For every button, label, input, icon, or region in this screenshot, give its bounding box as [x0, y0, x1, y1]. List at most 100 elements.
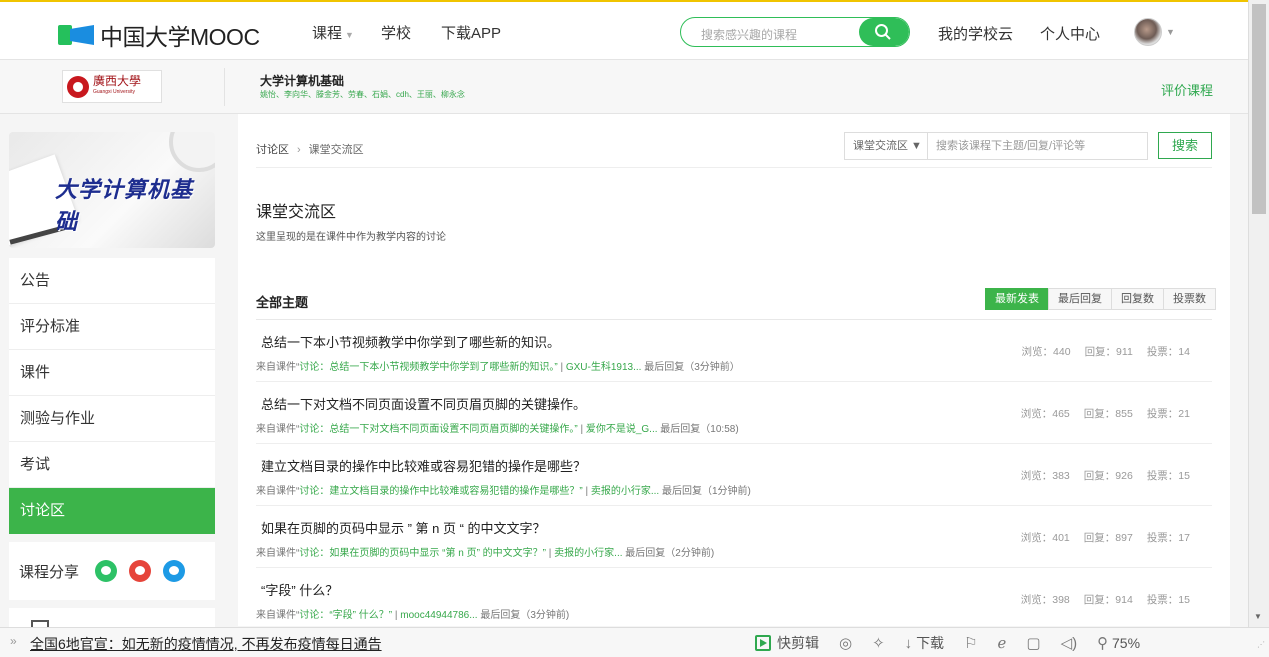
courseware-link[interactable]: 讨论：如果在页脚的页码中显示 “第 n 页” 的中文文字？”: [299, 548, 546, 559]
speed-icon[interactable]: ◎: [839, 634, 852, 652]
tab-vote-count[interactable]: 投票数: [1163, 288, 1216, 310]
breadcrumb: 讨论区 › 课堂交流区: [256, 141, 364, 157]
search-icon: [875, 24, 891, 40]
thread-stats: 浏览：465 回复：855 投票：21: [1020, 408, 1190, 420]
thread-source: 来自课件“讨论：总结一下本小节视频教学中你学到了哪些新的知识。” | GXU-生…: [256, 362, 740, 373]
thread-row: “字段” 什么？ 来自课件“讨论：“字段” 什么？” | mooc4494478…: [256, 568, 1212, 630]
quick-edit-button[interactable]: 快剪辑: [755, 633, 819, 653]
window-icon[interactable]: ▢: [1026, 634, 1040, 652]
sidebar-item-quizzes[interactable]: 测验与作业: [9, 396, 215, 442]
tab-reply-count[interactable]: 回复数: [1111, 288, 1164, 310]
avatar[interactable]: [1134, 18, 1162, 46]
download-button[interactable]: ↓ 下载: [905, 633, 944, 653]
tab-last-reply[interactable]: 最后回复: [1048, 288, 1112, 310]
qq-icon[interactable]: [163, 560, 186, 582]
page-scrollbar[interactable]: ▼: [1248, 0, 1269, 627]
thread-stats: 浏览：383 回复：926 投票：15: [1020, 470, 1190, 482]
speaker-icon[interactable]: ◁): [1061, 634, 1078, 652]
course-title: 大学计算机基础: [260, 74, 345, 88]
discussion-panel: 讨论区 › 课堂交流区 课堂交流区 ▼ 搜索该课程下主题/回复/评论等 搜索 课堂交…: [238, 114, 1230, 626]
wechat-icon[interactable]: [95, 560, 118, 582]
thread-title[interactable]: 总结一下本小节视频教学中你学到了哪些新的知识。: [261, 332, 560, 351]
sidebar-item-exam[interactable]: 考试: [9, 442, 215, 488]
search-button[interactable]: [859, 18, 909, 46]
sidebar-item-grading[interactable]: 评分标准: [9, 304, 215, 350]
author-link[interactable]: 卖报的小行家...: [591, 486, 659, 497]
cleanup-icon[interactable]: ✧: [872, 634, 885, 652]
school-seal-icon: [67, 75, 89, 98]
thread-source: 来自课件“讨论：总结一下对文档不同页面设置不同页眉页脚的关键操作。” | 爱你不…: [256, 424, 739, 435]
thread-source: 来自课件“讨论：建立文档目录的操作中比较难或容易犯错的操作是哪些？” | 卖报的…: [256, 486, 751, 497]
mooc-logo-icon: [58, 23, 94, 47]
scroll-down-icon[interactable]: ▼: [1254, 612, 1262, 621]
school-logo[interactable]: 廣西大學 Guangxi University: [62, 70, 162, 103]
sidebar-item-announcements[interactable]: 公告: [9, 258, 215, 304]
chevron-right-icon: ›: [297, 144, 301, 156]
scrollbar-thumb[interactable]: [1252, 4, 1266, 214]
course-header: 廣西大學 Guangxi University 大学计算机基础 姚怡、李向华、滕金…: [0, 60, 1248, 114]
course-search-box[interactable]: 搜索感兴趣的课程: [680, 17, 910, 47]
divider: [256, 167, 1212, 168]
course-teachers[interactable]: 姚怡、李向华、滕金芳、劳春、石娟、cdh、王丽、柳永念: [260, 89, 465, 100]
courseware-link[interactable]: 讨论：总结一下对文档不同页面设置不同页眉页脚的关键操作。”: [299, 424, 577, 435]
forum-filter-select[interactable]: 课堂交流区 ▼: [844, 132, 928, 160]
school-name-en: Guangxi University: [93, 88, 135, 95]
author-link[interactable]: 爱你不是说_G...: [586, 424, 658, 435]
video-clip-icon: [755, 635, 771, 651]
nav-courses[interactable]: 课程 ▼: [312, 22, 354, 43]
course-share: 课程分享: [9, 542, 215, 600]
chevron-down-icon: ▼: [345, 30, 354, 40]
flag-icon[interactable]: ⚐: [964, 634, 977, 652]
courseware-link[interactable]: 讨论：“字段” 什么？”: [299, 610, 392, 621]
arrow-down-icon: ↓: [904, 635, 913, 652]
thread-title[interactable]: 如果在页脚的页码中显示 ” 第 n 页 “ 的中文文字？: [261, 518, 546, 537]
thread-row: 总结一下对文档不同页面设置不同页眉页脚的关键操作。 来自课件“讨论：总结一下对文…: [256, 382, 1212, 444]
thread-stats: 浏览：401 回复：897 投票：17: [1020, 532, 1190, 544]
all-topics-heading: 全部主题: [256, 295, 309, 310]
author-link[interactable]: mooc44944786...: [400, 610, 477, 621]
thread-row: 如果在页脚的页码中显示 ” 第 n 页 “ 的中文文字？ 来自课件“讨论：如果在…: [256, 506, 1212, 568]
forum-search-button[interactable]: 搜索: [1158, 132, 1212, 159]
news-ticker-link[interactable]: 全国6地官宣：如无新的疫情情况, 不再发布疫情每日通告: [30, 634, 382, 654]
thread-row: 建立文档目录的操作中比较难或容易犯错的操作是哪些？ 来自课件“讨论：建立文档目录…: [256, 444, 1212, 506]
thread-stats: 浏览：398 回复：914 投票：15: [1020, 594, 1190, 606]
forum-search-input[interactable]: 搜索该课程下主题/回复/评论等: [928, 132, 1148, 160]
breadcrumb-root[interactable]: 讨论区: [256, 144, 289, 156]
section-description: 这里呈现的是在课件中作为教学内容的讨论: [256, 232, 446, 243]
nav-schools[interactable]: 学校: [381, 22, 411, 43]
my-school-cloud-link[interactable]: 我的学校云: [938, 23, 1013, 44]
nav-download-app[interactable]: 下载APP: [441, 22, 501, 43]
rate-course-link[interactable]: 评价课程: [1161, 80, 1213, 99]
courseware-link[interactable]: 讨论：总结一下本小节视频教学中你学到了哪些新的知识。”: [299, 362, 557, 373]
school-name: 廣西大學: [93, 73, 142, 88]
courseware-link[interactable]: 讨论：建立文档目录的操作中比较难或容易犯错的操作是哪些？”: [299, 486, 582, 497]
thread-source: 来自课件“讨论：如果在页脚的页码中显示 “第 n 页” 的中文文字？” | 卖报…: [256, 548, 715, 559]
sidebar-item-courseware[interactable]: 课件: [9, 350, 215, 396]
thread-title[interactable]: “字段” 什么？: [261, 580, 338, 599]
thread-title[interactable]: 建立文档目录的操作中比较难或容易犯错的操作是哪些？: [261, 456, 586, 475]
zoom-control[interactable]: ⚲ 75%: [1097, 634, 1140, 652]
divider: [224, 68, 225, 106]
search-input[interactable]: 搜索感兴趣的课程: [701, 26, 797, 43]
chevron-down-icon[interactable]: ▼: [1166, 27, 1175, 37]
browser-icon[interactable]: ℯ: [998, 634, 1007, 652]
thread-title[interactable]: 总结一下对文档不同页面设置不同页眉页脚的关键操作。: [261, 394, 586, 413]
mooc-logo[interactable]: 中国大学MOOC: [58, 18, 260, 52]
page-title: 课堂交流区: [256, 204, 337, 221]
author-link[interactable]: GXU-生科1913...: [566, 362, 642, 373]
sort-tabs: 最新发表 最后回复 回复数 投票数: [985, 288, 1216, 310]
browser-status-bar: » 全国6地官宣：如无新的疫情情况, 不再发布疫情每日通告 快剪辑 ◎ ✧ ↓ …: [0, 627, 1269, 657]
thread-source: 来自课件“讨论：“字段” 什么？” | mooc44944786... 最后回复…: [256, 610, 570, 621]
course-banner: 大学计算机基础: [9, 132, 215, 248]
chevron-double-down-icon[interactable]: »: [10, 634, 17, 648]
course-menu: 公告 评分标准 课件 测验与作业 考试 讨论区: [9, 258, 215, 534]
sidebar-item-discussion[interactable]: 讨论区: [9, 488, 215, 534]
author-link[interactable]: 卖报的小行家...: [554, 548, 622, 559]
personal-center-link[interactable]: 个人中心: [1040, 23, 1100, 44]
tab-latest[interactable]: 最新发表: [985, 288, 1049, 310]
resize-grip-icon[interactable]: ⋰: [1257, 640, 1265, 649]
weibo-icon[interactable]: [129, 560, 152, 582]
breadcrumb-current: 课堂交流区: [308, 144, 364, 156]
share-label: 课程分享: [19, 563, 80, 581]
banner-text: 大学计算机基础: [55, 177, 194, 234]
